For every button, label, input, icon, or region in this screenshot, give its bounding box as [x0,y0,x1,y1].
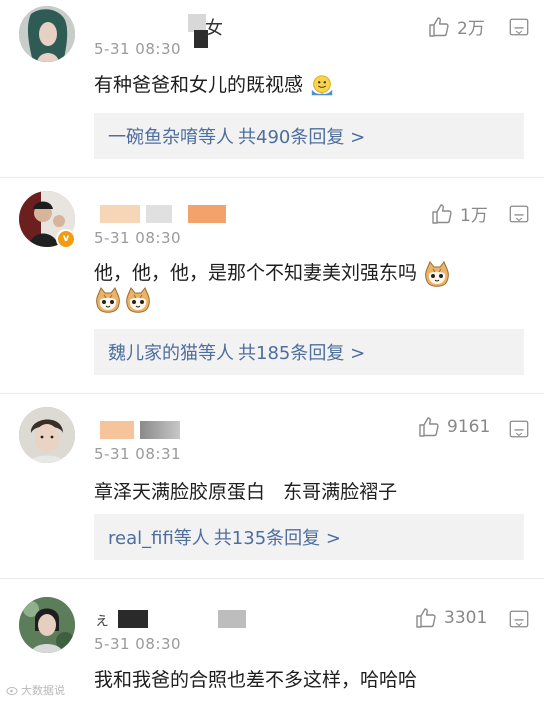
username-blurred[interactable] [100,205,140,223]
like-button[interactable]: 3301 [414,606,487,630]
divider [0,393,544,394]
emoji-cat-icon [124,286,152,314]
like-button[interactable]: 2万 [427,14,485,39]
reply-users[interactable]: 一碗鱼杂唷等人 [108,123,234,149]
username-blurred[interactable] [218,610,246,628]
avatar[interactable] [19,6,75,62]
username-blurred[interactable] [140,421,180,439]
comment-time: 5-31 08:30 [94,40,182,58]
avatar[interactable] [19,597,75,653]
thumbs-up-icon [427,15,451,39]
comment-time: 5-31 08:30 [94,635,182,653]
weibo-logo-icon [6,687,18,695]
divider [0,177,544,178]
reply-summary[interactable]: 一碗鱼杂唷等人 共490条回复 > [94,113,524,159]
divider [0,578,544,579]
username-blurred[interactable] [118,610,148,628]
comment-time: 5-31 08:31 [94,445,182,463]
reply-users[interactable]: real_fifi等人 [108,524,210,550]
like-button[interactable]: 1万 [430,201,488,226]
reply-users[interactable]: 魏儿家的猫等人 [108,339,234,365]
thumbs-up-icon [414,606,438,630]
username-blurred[interactable] [100,421,134,439]
reply-summary[interactable]: 魏儿家的猫等人 共185条回复 > [94,329,524,375]
avatar[interactable] [19,407,75,463]
reply-count-link[interactable]: 共135条回复 > [214,524,341,550]
like-count: 3301 [444,608,488,628]
like-button[interactable]: 9161 [417,415,490,439]
like-count: 2万 [457,19,485,39]
comment-text: 章泽天满脸胶原蛋白 东哥满脸褶子 [94,481,398,503]
username-prefix[interactable]: ぇ [94,606,110,630]
username-suffix[interactable]: 女 [205,14,223,40]
username-blurred[interactable] [146,205,172,223]
comment-text: 我和我爸的合照也差不多这样，哈哈哈 [94,669,418,691]
emoji-cat-icon [423,260,451,288]
emoji-row [94,286,152,314]
reply-count-link[interactable]: 共490条回复 > [238,123,365,149]
emoji-hug-icon [311,74,333,95]
more-options-icon[interactable] [508,418,530,440]
more-options-icon[interactable] [508,16,530,38]
thumbs-up-icon [417,415,441,439]
verified-badge-icon: v [56,229,76,249]
emoji-cat-icon [94,286,122,314]
more-options-icon[interactable] [508,608,530,630]
like-count: 1万 [460,206,488,226]
thumbs-up-icon [430,202,454,226]
reply-count-link[interactable]: 共185条回复 > [238,339,365,365]
comment-text: 他，他，他，是那个不知妻美刘强东吗 [94,258,451,288]
watermark: 大数据说 [6,682,65,698]
username-blurred[interactable] [188,205,226,223]
like-count: 9161 [447,417,491,437]
more-options-icon[interactable] [508,203,530,225]
comment-time: 5-31 08:30 [94,229,182,247]
comment-text: 有种爸爸和女儿的既视感 [94,70,335,99]
reply-summary[interactable]: real_fifi等人 共135条回复 > [94,514,524,560]
